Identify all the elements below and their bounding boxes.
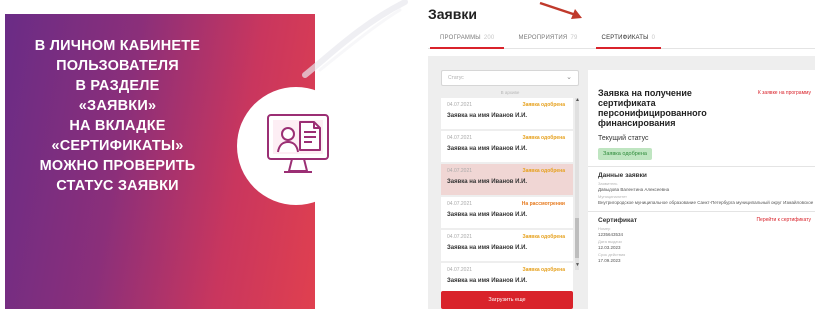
certificate-number: 1235643534 (598, 232, 624, 237)
application-name: Заявка на имя Иванов И.И. (447, 146, 528, 152)
application-date: 04.07.2021 (447, 135, 473, 141)
application-detail-panel: Заявка на получение сертификата персониф… (588, 70, 815, 309)
banner-line: «СЕРТИФИКАТЫ» (51, 138, 184, 154)
tab-count: 200 (483, 35, 495, 41)
municipality-value: Внутригородское муниципальное образовани… (598, 200, 814, 205)
monitor-document-user-icon (267, 114, 329, 173)
tab-label: МЕРОПРИЯТИЯ (518, 35, 568, 41)
archive-hint[interactable]: В архиве (441, 90, 579, 95)
issue-date-label: Дата выдачи (598, 239, 622, 244)
scrollbar-thumb[interactable] (575, 218, 579, 258)
tab-count: 79 (570, 35, 578, 41)
tab-label: СЕРТИФИКАТЫ (601, 35, 649, 41)
list-scrollbar[interactable] (575, 98, 579, 270)
content-area: Статус ⌄ В архиве 04.07.2021 Заявка одобр… (428, 56, 815, 309)
divider (588, 166, 815, 167)
status-filter-select[interactable]: Статус ⌄ (441, 70, 579, 86)
detail-title: Заявка на получение сертификата персониф… (598, 88, 707, 128)
status-filter-value: Статус (448, 75, 464, 81)
expiry-date-label: Срок действия (598, 252, 626, 257)
list-item[interactable]: 04.07.2021 Заявка одобрена Заявка на имя … (441, 98, 573, 131)
banner-line: В РАЗДЕЛЕ (75, 78, 160, 94)
pointer-arrow-icon (539, 1, 582, 19)
banner-line: ПОЛЬЗОВАТЕЛЯ (56, 58, 179, 74)
list-item-selected[interactable]: 04.07.2021 Заявка одобрена Заявка на имя … (441, 164, 573, 197)
application-date: 04.07.2021 (447, 102, 473, 108)
application-name: Заявка на имя Иванов И.И. (447, 245, 528, 251)
applications-column: Статус ⌄ В архиве 04.07.2021 Заявка одобр… (441, 70, 580, 296)
applications-list: 04.07.2021 Заявка одобрена Заявка на имя … (441, 97, 580, 296)
list-item[interactable]: 04.07.2021 Заявка одобрена Заявка на имя … (441, 131, 573, 164)
tab-label: ПРОГРАММЫ (440, 35, 481, 41)
application-date: 04.07.2021 (447, 234, 473, 240)
status-badge: Заявка одобрена (522, 135, 565, 141)
application-date: 04.07.2021 (447, 168, 473, 174)
program-application-link[interactable]: К заявке на программу (758, 90, 811, 96)
banner-line: «ЗАЯВКИ» (78, 98, 157, 114)
application-date: 04.07.2021 (447, 201, 473, 207)
tab-certificates[interactable]: СЕРТИФИКАТЫ 0 (590, 30, 668, 49)
status-badge: На рассмотрении (521, 201, 565, 207)
application-date: 04.07.2021 (447, 267, 473, 273)
status-badge: Заявка одобрена (522, 168, 565, 174)
application-name: Заявка на имя Иванов И.И. (447, 113, 528, 119)
tab-programs[interactable]: ПРОГРАММЫ 200 (428, 30, 506, 49)
application-name: Заявка на имя Иванов И.И. (447, 278, 528, 284)
application-name: Заявка на имя Иванов И.И. (447, 179, 528, 185)
application-name: Заявка на имя Иванов И.И. (447, 212, 528, 218)
divider (588, 211, 815, 212)
go-to-certificate-link[interactable]: Перейти к сертификату (756, 217, 811, 223)
applicant-label: Заявитель (598, 181, 618, 186)
banner-line: В ЛИЧНОМ КАБИНЕТЕ (34, 38, 201, 54)
load-more-button[interactable]: Загрузить еще (441, 291, 573, 309)
scroll-up-icon[interactable]: ▲ (575, 97, 580, 103)
banner-text: В ЛИЧНОМ КАБИНЕТЕ ПОЛЬЗОВАТЕЛЯ В РАЗДЕЛЕ… (5, 36, 230, 196)
banner-line: НА ВКЛАДКЕ (69, 118, 166, 134)
tab-bar: ПРОГРАММЫ 200 МЕРОПРИЯТИЯ 79 СЕРТИФИКАТЫ 0 (428, 30, 815, 49)
page-title: Заявки (428, 6, 477, 22)
issue-date: 12.03.2023 (598, 245, 621, 250)
list-item[interactable]: 04.07.2021 На рассмотрении Заявка на имя … (441, 197, 573, 230)
brush-streak (302, 0, 408, 78)
banner-line: СТАТУС ЗАЯВКИ (56, 178, 179, 194)
municipality-label: Муниципалитет (598, 194, 628, 199)
applicant-value: Давыдова Валентина Алексеевна (598, 187, 670, 192)
application-data-title: Данные заявки (598, 172, 647, 179)
status-badge: Заявка одобрена (522, 267, 565, 273)
chevron-down-icon: ⌄ (566, 74, 572, 81)
app-screenshot: Заявки ПРОГРАММЫ 200 МЕРОПРИЯТИЯ 79 СЕРТИФ… (428, 0, 815, 309)
status-badge: Заявка одобрена (522, 234, 565, 240)
certificate-number-label: Номер (598, 226, 611, 231)
expiry-date: 17.09.2023 (598, 258, 621, 263)
status-badge: Заявка одобрена (522, 102, 565, 108)
tab-events[interactable]: МЕРОПРИЯТИЯ 79 (506, 30, 589, 48)
list-item[interactable]: 04.07.2021 Заявка одобрена Заявка на имя … (441, 230, 573, 263)
scroll-down-icon[interactable]: ▼ (575, 262, 580, 268)
banner-line: МОЖНО ПРОВЕРИТЬ (39, 158, 196, 174)
status-badge: Заявка одобрена (598, 148, 652, 160)
current-status-label: Текущий статус (598, 135, 649, 142)
tab-count: 0 (651, 35, 656, 41)
